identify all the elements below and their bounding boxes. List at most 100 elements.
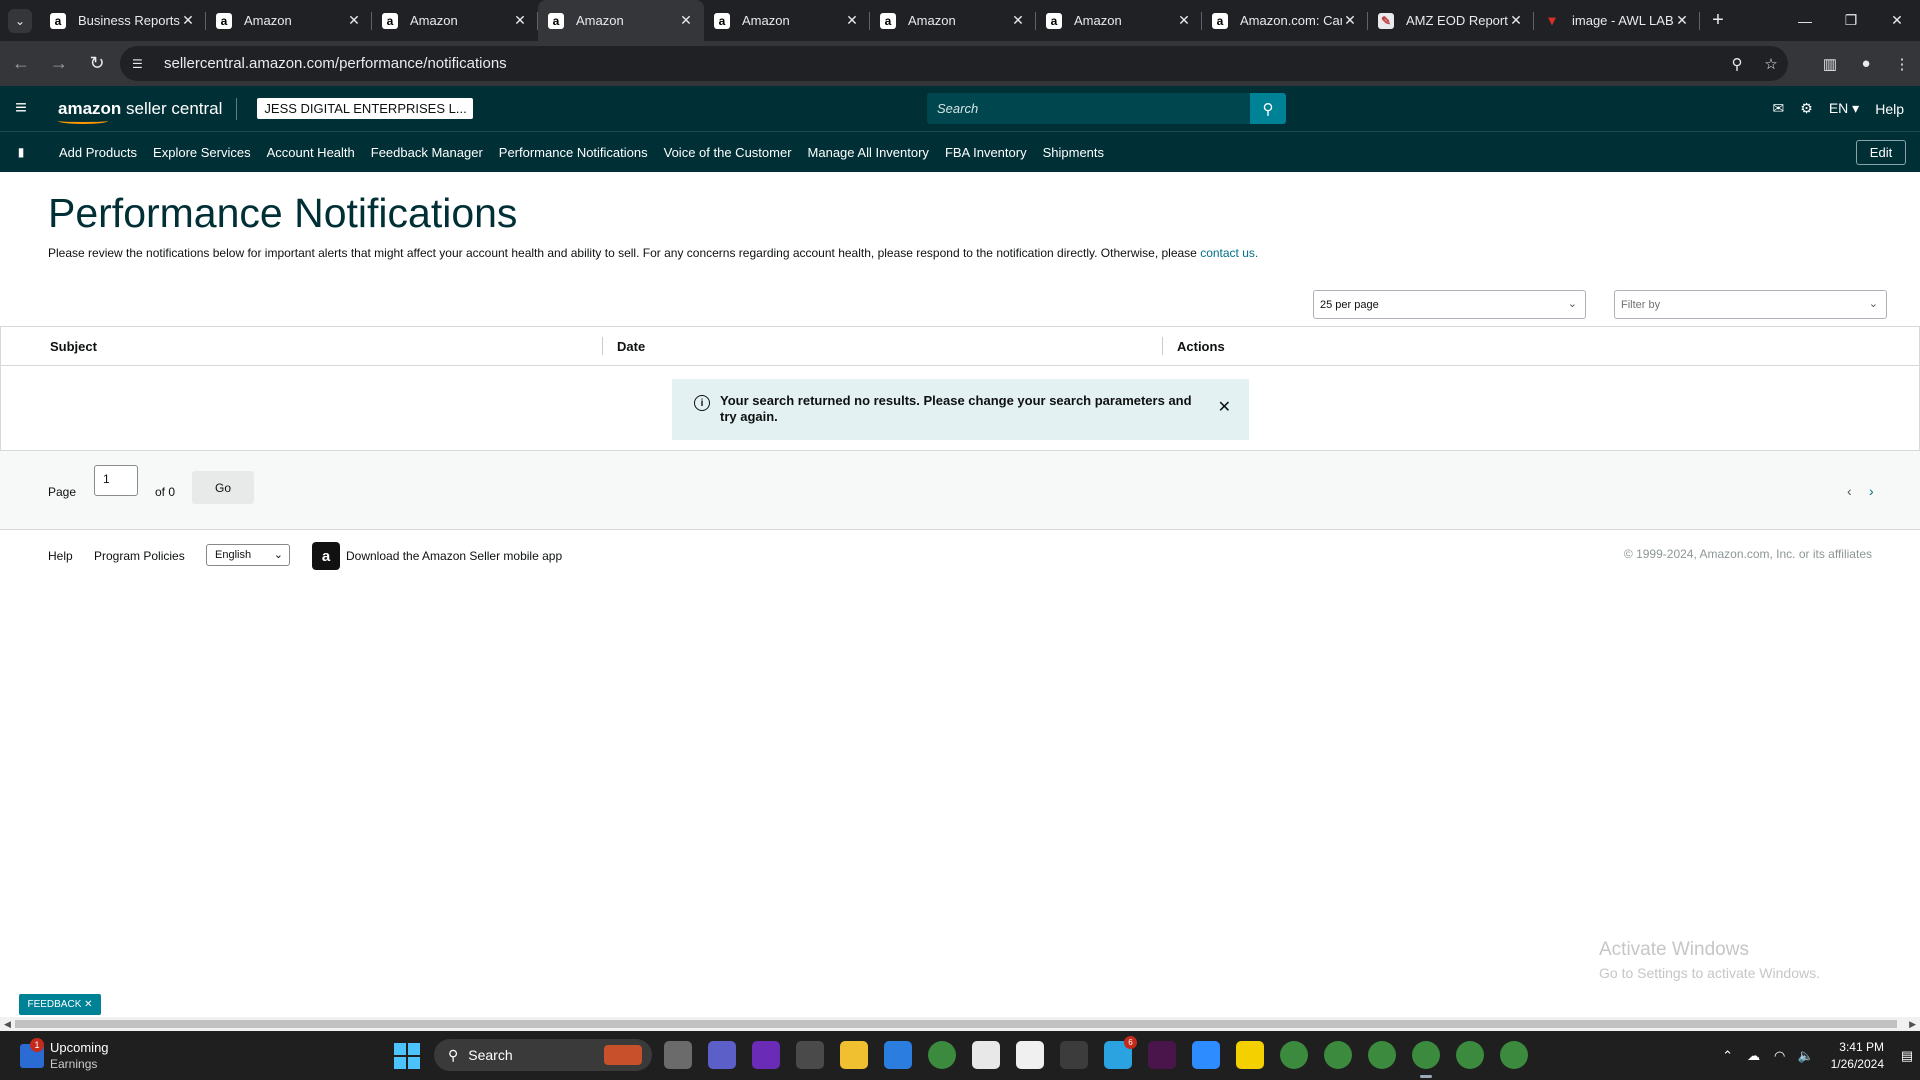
- video-icon[interactable]: [708, 1041, 736, 1069]
- nav-link[interactable]: FBA Inventory: [945, 145, 1027, 160]
- browser-tab[interactable]: a Amazon ✕: [870, 0, 1036, 41]
- nav-link[interactable]: Account Health: [267, 145, 355, 160]
- close-tab-icon[interactable]: ✕: [1176, 12, 1192, 29]
- scroll-left-icon[interactable]: ◀: [4, 1017, 11, 1031]
- scroll-right-icon[interactable]: ▶: [1909, 1017, 1916, 1031]
- file-explorer-icon[interactable]: [840, 1041, 868, 1069]
- widgets-button[interactable]: 1 Upcoming Earnings: [20, 1038, 109, 1072]
- browser-tab[interactable]: ✎ AMZ EOD Report ✕: [1368, 0, 1534, 41]
- slack-icon[interactable]: [1148, 1041, 1176, 1069]
- close-tab-icon[interactable]: ✕: [346, 12, 362, 29]
- browser-tab[interactable]: a Amazon.com: Car ✕: [1202, 0, 1368, 41]
- forward-button[interactable]: →: [42, 47, 76, 81]
- tab-search-button[interactable]: ⌄: [0, 0, 40, 41]
- prev-page-icon[interactable]: ‹: [1847, 483, 1852, 499]
- close-tab-icon[interactable]: ✕: [1508, 12, 1524, 29]
- program-policies-link[interactable]: Program Policies: [94, 549, 185, 563]
- chrome-profile-1-icon[interactable]: [1280, 1041, 1308, 1069]
- task-view-icon[interactable]: [664, 1041, 692, 1069]
- nav-link[interactable]: Shipments: [1043, 145, 1104, 160]
- bookmark-star-icon[interactable]: ☆: [1754, 55, 1788, 73]
- nav-link[interactable]: Performance Notifications: [499, 145, 648, 160]
- browser-tab[interactable]: a Amazon ✕: [1036, 0, 1202, 41]
- horizontal-scrollbar[interactable]: ◀ ▶: [0, 1017, 1920, 1031]
- chrome-icon[interactable]: [928, 1041, 956, 1069]
- download-app-link[interactable]: Download the Amazon Seller mobile app: [346, 549, 562, 563]
- sticky-notes-icon[interactable]: [1236, 1041, 1264, 1069]
- per-page-select[interactable]: 25 per page ⌄: [1313, 290, 1586, 319]
- browser-tab[interactable]: a Amazon ✕: [372, 0, 538, 41]
- mail-icon[interactable]: ✉: [1773, 100, 1785, 117]
- close-window-button[interactable]: ✕: [1874, 0, 1920, 41]
- go-button[interactable]: Go: [192, 471, 254, 504]
- close-tab-icon[interactable]: ✕: [1342, 12, 1358, 29]
- restore-button[interactable]: ❐: [1828, 0, 1874, 41]
- nav-link[interactable]: Add Products: [59, 145, 137, 160]
- close-tab-icon[interactable]: ✕: [1674, 12, 1690, 29]
- calculator-icon[interactable]: [1060, 1041, 1088, 1069]
- start-button[interactable]: [394, 1043, 420, 1069]
- chart-app-2-icon[interactable]: [1016, 1041, 1044, 1069]
- reload-button[interactable]: ↻: [80, 47, 114, 81]
- footer-help-link[interactable]: Help: [48, 549, 73, 563]
- zoom-icon[interactable]: ⚲: [1720, 55, 1754, 73]
- taskbar-search[interactable]: ⚲ Search: [434, 1039, 652, 1071]
- close-tab-icon[interactable]: ✕: [180, 12, 196, 29]
- feedback-button[interactable]: FEEDBACK ✕: [19, 994, 101, 1015]
- help-link[interactable]: Help: [1875, 101, 1904, 117]
- edit-nav-button[interactable]: Edit: [1856, 140, 1906, 165]
- wifi-icon[interactable]: ◠: [1767, 1048, 1793, 1064]
- zoom-icon[interactable]: [1192, 1041, 1220, 1069]
- page-number-input[interactable]: 1: [94, 465, 138, 496]
- scrollbar-thumb[interactable]: [15, 1020, 1897, 1028]
- profile-icon[interactable]: ●: [1848, 46, 1884, 81]
- dismiss-alert-button[interactable]: ✕: [1218, 397, 1231, 417]
- nav-link[interactable]: Voice of the Customer: [664, 145, 792, 160]
- contact-us-link[interactable]: contact us.: [1200, 246, 1258, 260]
- chart-app-icon[interactable]: [972, 1041, 1000, 1069]
- bookmark-icon[interactable]: ▮: [0, 145, 42, 159]
- telegram-icon[interactable]: 6: [1104, 1036, 1137, 1069]
- volume-icon[interactable]: 🔈: [1793, 1048, 1819, 1064]
- filter-select[interactable]: Filter by ⌄: [1614, 290, 1887, 319]
- calendar-icon[interactable]: [884, 1041, 912, 1069]
- seller-central-logo[interactable]: amazon seller central: [58, 99, 222, 124]
- site-info-icon[interactable]: ☰: [132, 57, 152, 71]
- close-tab-icon[interactable]: ✕: [678, 12, 694, 29]
- nav-link[interactable]: Feedback Manager: [371, 145, 483, 160]
- chrome-profile-5-icon[interactable]: [1456, 1041, 1484, 1069]
- address-bar[interactable]: ☰ sellercentral.amazon.com/performance/n…: [120, 46, 1788, 81]
- browser-tab[interactable]: a Amazon ✕: [538, 0, 704, 41]
- new-tab-button[interactable]: +: [1700, 0, 1736, 41]
- browser-tab[interactable]: a Business Reports ✕: [40, 0, 206, 41]
- side-panel-icon[interactable]: ▥: [1812, 46, 1848, 81]
- chrome-profile-4-icon[interactable]: [1412, 1041, 1440, 1078]
- chrome-profile-2-icon[interactable]: [1324, 1041, 1352, 1069]
- chrome-profile-6-icon[interactable]: [1500, 1041, 1528, 1069]
- footer-language-select[interactable]: English ⌄: [206, 544, 290, 566]
- minimize-button[interactable]: ―: [1782, 0, 1828, 41]
- amazon-app-icon[interactable]: a: [312, 542, 340, 570]
- browser-tab[interactable]: a Amazon ✕: [206, 0, 372, 41]
- close-tab-icon[interactable]: ✕: [1010, 12, 1026, 29]
- hamburger-menu-icon[interactable]: ≡: [0, 86, 42, 131]
- search-input[interactable]: Search: [927, 93, 1250, 124]
- next-page-icon[interactable]: ›: [1869, 483, 1874, 499]
- nzxt-icon[interactable]: [752, 1041, 780, 1069]
- column-subject[interactable]: Subject: [50, 327, 97, 366]
- browser-menu-icon[interactable]: ⋮: [1884, 46, 1920, 81]
- browser-tab[interactable]: ▾ image - AWL LAB ✕: [1534, 0, 1700, 41]
- nav-link[interactable]: Explore Services: [153, 145, 251, 160]
- browser-tab[interactable]: a Amazon ✕: [704, 0, 870, 41]
- back-button[interactable]: ←: [4, 47, 38, 81]
- onedrive-icon[interactable]: ☁: [1741, 1048, 1767, 1064]
- chrome-profile-3-icon[interactable]: [1368, 1041, 1396, 1069]
- nav-link[interactable]: Manage All Inventory: [808, 145, 929, 160]
- clock[interactable]: 3:41 PM 1/26/2024: [1831, 1039, 1884, 1073]
- search-button[interactable]: ⚲: [1250, 93, 1286, 124]
- column-date[interactable]: Date: [617, 327, 645, 366]
- notifications-icon[interactable]: ▤: [1894, 1048, 1920, 1064]
- close-tab-icon[interactable]: ✕: [844, 12, 860, 29]
- language-selector[interactable]: EN ▾: [1829, 100, 1859, 117]
- merchant-switcher[interactable]: JESS DIGITAL ENTERPRISES L...: [257, 98, 474, 119]
